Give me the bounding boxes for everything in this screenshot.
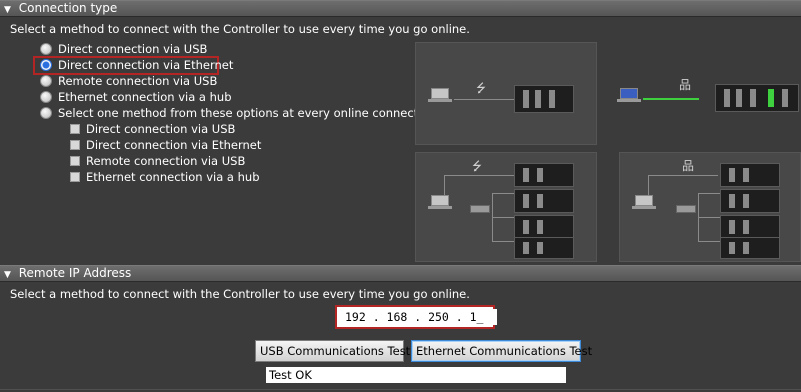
diagram-direct-usb: ⭍ (415, 42, 597, 145)
connection-type-header[interactable]: ▼ Connection type (0, 0, 801, 17)
checkbox[interactable] (70, 140, 80, 150)
remote-ip-header[interactable]: ▼ Remote IP Address (0, 265, 801, 282)
option-label: Direct connection via USB (58, 42, 208, 56)
test-status-field: Test OK (266, 367, 566, 383)
option-label: Direct connection via Ethernet (58, 58, 234, 72)
radio-button[interactable] (40, 43, 52, 55)
checkbox[interactable] (70, 124, 80, 134)
controller-icon (720, 215, 780, 239)
controller-icon (720, 163, 780, 187)
ip-address-highlight (335, 305, 497, 329)
remote-ip-title: Remote IP Address (18, 266, 132, 280)
radio-button[interactable] (40, 91, 52, 103)
network-icon: 品 (682, 159, 695, 173)
ethernet-communications-test-button[interactable]: Ethernet Communications Test (411, 340, 592, 362)
controller-icon (514, 85, 574, 113)
collapse-icon: ▼ (4, 270, 11, 280)
ethernet-hub-icon (676, 205, 696, 213)
laptop-icon (428, 88, 452, 103)
bottom-divider (0, 389, 801, 390)
radio-button[interactable] (40, 75, 52, 87)
network-icon: 品 (679, 78, 692, 92)
remote-ip-instruction: Select a method to connect with the Cont… (10, 287, 470, 301)
usb-icon: ⭍ (476, 81, 486, 95)
ethernet-link-line (643, 98, 699, 100)
checkbox-label: Direct connection via USB (86, 122, 236, 136)
controller-icon (715, 84, 799, 112)
collapse-icon: ▼ (4, 5, 11, 15)
option-label: Select one method from these options at … (58, 106, 440, 120)
controller-icon (514, 163, 574, 187)
laptop-icon (428, 195, 452, 210)
connection-type-instruction: Select a method to connect with the Cont… (10, 22, 470, 36)
usb-hub-icon (470, 205, 490, 213)
controller-icon (720, 189, 780, 213)
controller-icon (514, 237, 574, 259)
radio-button[interactable] (40, 107, 52, 119)
controller-icon (514, 215, 574, 239)
controller-icon (514, 189, 574, 213)
diagram-remote-usb: ⭍ (415, 152, 597, 262)
usb-communications-test-button[interactable]: USB Communications Test (255, 340, 410, 362)
option-label: Remote connection via USB (58, 74, 218, 88)
checkbox[interactable] (70, 156, 80, 166)
radio-button-selected[interactable] (40, 59, 52, 71)
option-label: Ethernet connection via a hub (58, 90, 232, 104)
checkbox-label: Remote connection via USB (86, 154, 246, 168)
ip-address-input[interactable] (339, 309, 497, 325)
diagram-direct-ethernet: 品 (605, 42, 801, 145)
diagram-ethernet-hub: 品 (619, 152, 801, 262)
laptop-icon (632, 195, 656, 210)
checkbox-label: Ethernet connection via a hub (86, 170, 260, 184)
connection-type-title: Connection type (18, 1, 118, 15)
controller-icon (720, 237, 780, 259)
laptop-icon (617, 88, 641, 103)
checkbox[interactable] (70, 172, 80, 182)
checkbox-label: Direct connection via Ethernet (86, 138, 262, 152)
